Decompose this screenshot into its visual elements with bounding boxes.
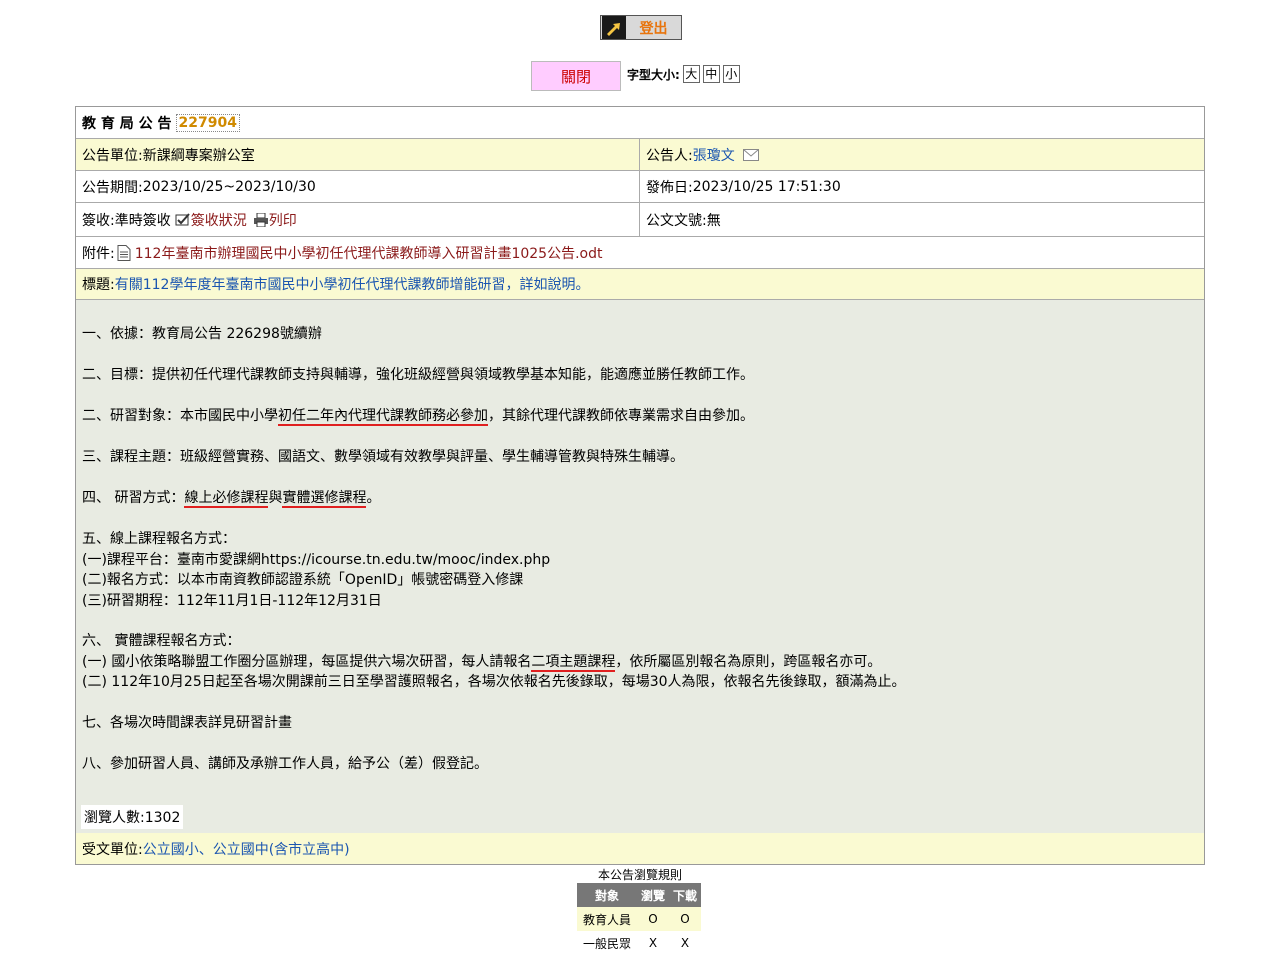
rules-header: 瀏覽 xyxy=(637,883,670,907)
rules-cell: O xyxy=(669,907,702,931)
period-value: 2023/10/25~2023/10/30 xyxy=(142,178,316,195)
recipients-label: 受文單位: xyxy=(82,841,143,858)
rules-cell: X xyxy=(680,936,690,950)
rules-cell: X xyxy=(648,936,658,950)
mail-icon[interactable] xyxy=(742,148,759,161)
unit-row: 公告單位: 新課綱專案辦公室 公告人: 張瓊文 xyxy=(76,139,1204,171)
rules-header: 對象 xyxy=(577,883,637,907)
logout-button[interactable]: 登出 xyxy=(600,15,682,40)
close-button[interactable]: 關閉 xyxy=(531,61,621,91)
body-line: 四、 研習方式：線上必修課程與實體選修課程。 xyxy=(82,487,381,508)
subject-row: 標題: 有關112學年度年臺南市國民中小學初任代理代課教師增能研習，詳如說明。 xyxy=(76,269,1204,300)
body-text: (一) 國小依策略聯盟工作圈分區辦理，每區提供六場次研習，每人請報名 xyxy=(82,654,532,670)
rules-header: 下載 xyxy=(669,883,702,907)
body-text: ，其餘代理代課教師依專業需求自由參加。 xyxy=(488,408,754,424)
attachment-link[interactable]: 112年臺南市辦理國民中小學初任代理代課教師導入研習計畫1025公告.odt xyxy=(135,243,603,263)
table-row: 一般民眾 X X xyxy=(577,931,701,955)
print-icon[interactable] xyxy=(253,212,269,227)
unit-label: 公告單位: xyxy=(82,147,143,164)
body-line: 三、課程主題：班級經營實務、國語文、數學領域有效教學與評量、學生輔導管教與特殊生… xyxy=(82,449,684,465)
doc-no-label: 公文文號: xyxy=(646,212,707,229)
body-text: 四、 研習方式： xyxy=(82,490,185,506)
font-size-medium[interactable]: 中 xyxy=(702,65,720,83)
body-line: (二) 112年10月25日起至各場次開課前三日至學習護照報名，各場次依報名先後… xyxy=(82,674,906,690)
font-size-small[interactable]: 小 xyxy=(722,65,740,83)
publish-label: 發佈日: xyxy=(646,179,693,196)
period-row: 公告期間: 2023/10/25~2023/10/30 發佈日: 2023/10… xyxy=(76,171,1204,203)
logout-arrow-icon xyxy=(602,16,626,39)
body-line: 二、目標：提供初任代理代課教師支持與輔導，強化班級經營與領域教學基本知能，能適應… xyxy=(82,367,754,383)
body-text: 二、研習對象：本市國民中小學 xyxy=(82,408,278,424)
recipients-row: 受文單位: 公立國小、公立國中(含市立高中) xyxy=(76,833,1204,864)
announcement-panel: 教 育 局 公 告 227904 公告單位: 新課綱專案辦公室 公告人: 張瓊文… xyxy=(75,106,1205,865)
view-count: 瀏覽人數:1302 xyxy=(81,805,184,829)
subject-label: 標題: xyxy=(82,277,115,293)
announcement-title: 教 育 局 公 告 xyxy=(82,115,172,132)
sign-row: 簽收: 準時簽收 簽收狀況 列印 公文文號: 無 xyxy=(76,203,1204,237)
sign-status-link[interactable]: 簽收狀況 xyxy=(191,210,247,230)
logout-label: 登出 xyxy=(639,20,668,37)
table-row: 教育人員 O O xyxy=(577,907,702,931)
body-line: (二)報名方式：以本市南資教師認證系統「OpenID」帳號密碼登入修課 xyxy=(82,572,524,588)
body-text: 。 xyxy=(366,490,381,506)
underlined-text: 實體選修課程 xyxy=(282,490,367,508)
period-label: 公告期間: xyxy=(82,179,143,196)
title-row: 教 育 局 公 告 227904 xyxy=(76,107,1204,139)
print-link[interactable]: 列印 xyxy=(269,210,297,230)
sign-label: 簽收: xyxy=(82,212,115,229)
underlined-text: 初任二年內代理代課教師務必參加 xyxy=(278,408,488,426)
body-line: 七、各場次時間課表詳見研習計畫 xyxy=(82,715,292,731)
sign-value: 準時簽收 xyxy=(114,212,171,229)
file-icon xyxy=(117,244,131,261)
sign-status-icon[interactable] xyxy=(175,212,191,227)
rules-caption: 本公告瀏覽規則 xyxy=(597,868,682,882)
body-line: 一、依據：教育局公告 226298號續辦 xyxy=(82,326,322,342)
attachment-label: 附件: xyxy=(82,245,115,262)
body-line: 八、參加研習人員、講師及承辦工作人員，給予公（差）假登記。 xyxy=(82,756,488,772)
announcer-link[interactable]: 張瓊文 xyxy=(693,145,735,165)
publish-date: 2023/10/25 17:51:30 xyxy=(692,178,841,195)
body-line: 二、研習對象：本市國民中小學初任二年內代理代課教師務必參加，其餘代理代課教師依專… xyxy=(82,405,754,426)
rules-table: 對象 瀏覽 下載 教育人員 O O 一般民眾 X X xyxy=(577,883,702,955)
announcement-body: 一、依據：教育局公告 226298號續辦 二、目標：提供初任代理代課教師支持與輔… xyxy=(76,300,1204,834)
body-line: 六、 實體課程報名方式： xyxy=(82,633,241,649)
underlined-text: 二項主題課程 xyxy=(531,654,616,672)
body-text: ，依所屬區別報名為原則，跨區報名亦可。 xyxy=(615,654,882,670)
announcement-id: 227904 xyxy=(175,113,240,132)
rules-cell: 教育人員 xyxy=(577,907,637,931)
attachment-row: 附件: 112年臺南市辦理國民中小學初任代理代課教師導入研習計畫1025公告.o… xyxy=(76,237,1204,269)
body-line: (三)研習期程：112年11月1日-112年12月31日 xyxy=(82,593,382,609)
font-size-control: 字型大小: 大 中 小 xyxy=(627,65,740,83)
underlined-text: 線上必修課程 xyxy=(184,490,269,508)
rules-cell: O xyxy=(637,907,670,931)
body-line: 五、線上課程報名方式： xyxy=(82,531,236,547)
subject-text: 有關112學年度年臺南市國民中小學初任代理代課教師增能研習，詳如說明。 xyxy=(114,277,590,293)
font-size-label: 字型大小: xyxy=(627,67,680,82)
rules-cell: 一般民眾 xyxy=(582,936,631,951)
font-size-large[interactable]: 大 xyxy=(682,65,700,83)
body-line: (一) 國小依策略聯盟工作圈分區辦理，每區提供六場次研習，每人請報名二項主題課程… xyxy=(82,651,882,672)
unit-value: 新課綱專案辦公室 xyxy=(142,147,255,164)
announcer-label: 公告人: xyxy=(646,147,693,164)
recipients-value: 公立國小、公立國中(含市立高中) xyxy=(142,841,350,858)
view-rules: 本公告瀏覽規則 對象 瀏覽 下載 教育人員 O O 一般民眾 X X xyxy=(575,866,705,955)
body-line: (一)課程平台：臺南市愛課網https://icourse.tn.edu.tw/… xyxy=(82,552,551,568)
body-text: 與 xyxy=(268,490,283,506)
doc-no-value: 無 xyxy=(706,212,721,229)
